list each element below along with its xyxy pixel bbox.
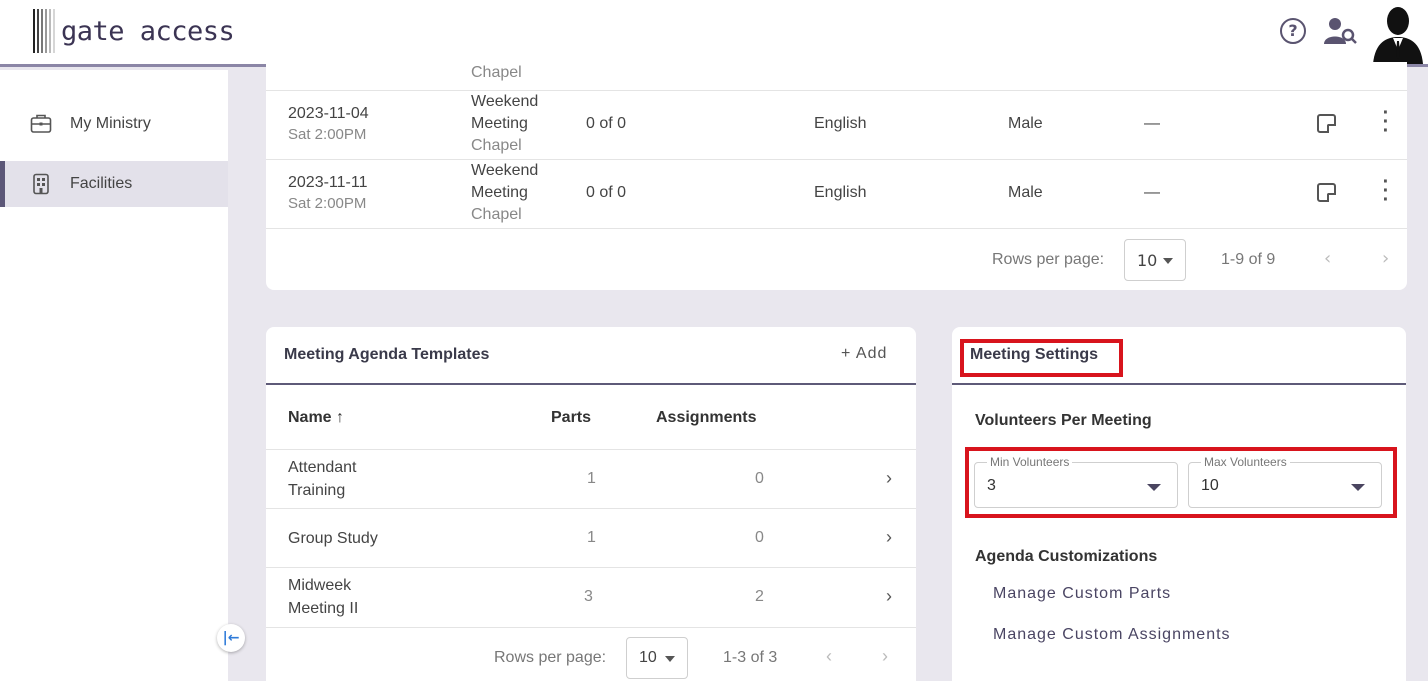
table-row[interactable]: Group Study 1 0 › <box>266 508 916 567</box>
meeting-settings-card: Meeting Settings Volunteers Per Meeting … <box>952 327 1406 681</box>
event-gender: Male <box>1008 115 1043 132</box>
next-page-icon[interactable]: › <box>882 646 888 667</box>
more-vert-icon[interactable]: · · · <box>1378 103 1394 141</box>
chevron-right-icon: › <box>886 527 892 547</box>
add-template-button[interactable]: + Add <box>841 345 887 363</box>
caret-down-icon <box>1351 484 1365 491</box>
table-row[interactable]: Midweek Meeting II 3 2 › <box>266 567 916 626</box>
caret-down-icon <box>665 656 675 662</box>
column-header-name[interactable]: Name ↑ <box>288 409 344 427</box>
briefcase-icon <box>30 114 52 133</box>
template-name: Midweek Meeting II <box>288 577 359 617</box>
min-volunteers-label: Min Volunteers <box>987 455 1073 469</box>
template-parts: 3 <box>584 588 593 605</box>
table-row[interactable]: 2023-11-04 Sat 2:00PM Weekend Meeting Ch… <box>266 91 1407 160</box>
sidebar-item-label: Facilities <box>70 175 133 192</box>
template-assignments: 0 <box>755 529 764 546</box>
table-row[interactable]: 2023-11-11 Sat 2:00PM Weekend Meeting Ch… <box>266 160 1407 229</box>
page-range: 1-9 of 9 <box>1221 251 1276 268</box>
rows-per-page-label: Rows per page: <box>494 649 607 666</box>
agenda-customizations-heading: Agenda Customizations <box>975 548 1158 565</box>
min-volunteers-select[interactable]: Min Volunteers 3 <box>974 455 1178 508</box>
event-volunteer-count: 0 of 0 <box>586 184 627 201</box>
rows-per-page-select[interactable]: 10 <box>626 637 688 679</box>
template-parts: 1 <box>587 470 596 487</box>
event-gender: Male <box>1008 184 1043 201</box>
card-title: Meeting Agenda Templates <box>284 346 490 363</box>
app-logo[interactable]: gate access <box>33 8 235 54</box>
sidebar-item-label: My Ministry <box>70 115 151 132</box>
sidebar: My Ministry Facilities <box>0 70 228 681</box>
divider <box>952 383 1406 385</box>
sidebar-item-my-ministry[interactable]: My Ministry <box>0 101 228 147</box>
prev-page-icon[interactable]: ‹ <box>826 646 832 667</box>
card-title: Meeting Settings <box>970 346 1099 363</box>
manage-custom-assignments-link[interactable]: Manage Custom Assignments <box>993 626 1231 644</box>
event-type: Weekend Meeting Chapel <box>471 162 539 223</box>
event-extra: — <box>1144 115 1160 132</box>
event-date: 2023-11-11 Sat 2:00PM <box>288 174 368 212</box>
column-header-parts: Parts <box>551 409 592 426</box>
sidebar-item-facilities[interactable]: Facilities <box>0 161 228 207</box>
template-name: Attendant Training <box>288 459 357 499</box>
volunteers-heading: Volunteers Per Meeting <box>975 412 1152 429</box>
min-volunteers-value: 3 <box>987 477 996 494</box>
rows-per-page-select[interactable]: 10 <box>1124 239 1186 281</box>
more-vert-icon[interactable]: · · · <box>1378 172 1394 210</box>
chevron-right-icon: › <box>886 468 892 488</box>
max-volunteers-value: 10 <box>1201 477 1219 494</box>
prev-page-icon[interactable]: ‹ <box>1324 248 1331 269</box>
event-type: Weekend Meeting Chapel <box>471 93 539 154</box>
template-parts: 1 <box>587 529 596 546</box>
logo-bars-icon <box>33 9 57 53</box>
events-table-card: Chapel 2023-11-04 Sat 2:00PM Weekend Mee… <box>266 62 1407 290</box>
collapse-sidebar-icon[interactable]: |← <box>217 624 245 652</box>
manage-custom-parts-link[interactable]: Manage Custom Parts <box>993 585 1171 603</box>
event-date: 2023-11-04 Sat 2:00PM <box>288 105 369 143</box>
building-icon <box>33 173 49 195</box>
avatar[interactable] <box>1371 4 1425 64</box>
column-header-assignments: Assignments <box>656 409 757 426</box>
divider <box>266 383 916 385</box>
event-extra: — <box>1144 184 1160 201</box>
rows-per-page-label: Rows per page: <box>992 251 1105 268</box>
max-volunteers-label: Max Volunteers <box>1201 455 1290 469</box>
template-name: Group Study <box>288 530 378 547</box>
agenda-templates-card: Meeting Agenda Templates + Add Name ↑ Pa… <box>266 327 916 681</box>
event-language: English <box>814 115 867 132</box>
app-name: gate access <box>61 15 235 47</box>
page-range: 1-3 of 3 <box>723 649 778 666</box>
caret-down-icon <box>1163 258 1173 264</box>
caret-down-icon <box>1147 484 1161 491</box>
event-location: Chapel <box>471 64 522 81</box>
user-search-icon[interactable] <box>1324 16 1358 46</box>
chevron-right-icon: › <box>886 586 892 606</box>
pager-row: Rows per page: 10 1-3 of 3 ‹ › <box>266 627 916 681</box>
template-assignments: 2 <box>755 588 764 605</box>
max-volunteers-select[interactable]: Max Volunteers 10 <box>1188 455 1382 508</box>
note-icon[interactable] <box>1317 114 1336 133</box>
event-volunteer-count: 0 of 0 <box>586 115 627 132</box>
template-assignments: 0 <box>755 470 764 487</box>
next-page-icon[interactable]: › <box>1382 248 1389 269</box>
table-row[interactable]: Attendant Training 1 0 › <box>266 449 916 508</box>
note-icon[interactable] <box>1317 183 1336 202</box>
help-circle-icon[interactable]: ? <box>1280 18 1306 44</box>
table-row[interactable]: Chapel <box>266 56 1407 91</box>
event-language: English <box>814 184 867 201</box>
